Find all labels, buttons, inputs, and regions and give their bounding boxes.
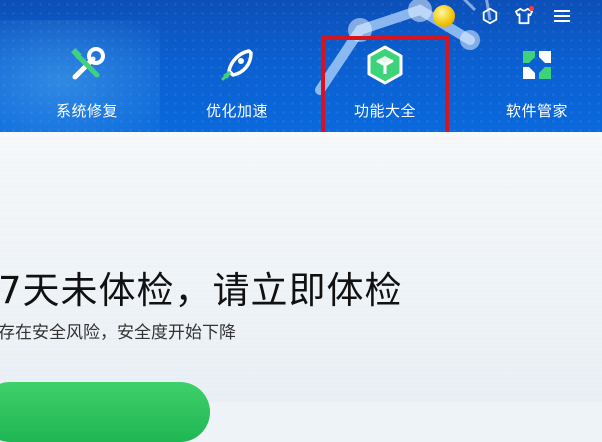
status-headline: 7天未体检，请立即体检 [0, 269, 403, 312]
hexagon-ring-icon[interactable] [479, 5, 501, 27]
app-grid-icon [516, 44, 558, 86]
highlight-annotation-box [321, 36, 449, 132]
nav-item-optimize[interactable]: 优化加速 [187, 44, 287, 124]
skin-shirt-icon[interactable] [513, 5, 535, 27]
top-banner: 系统修复 优化加速 功能大全 软件管家 [0, 0, 602, 132]
menu-icon[interactable] [551, 5, 573, 27]
nav-label: 系统修复 [55, 102, 118, 120]
nav-label: 软件管家 [505, 102, 568, 120]
scan-now-button[interactable] [0, 382, 210, 442]
nav-item-software-manager[interactable]: 软件管家 [487, 44, 587, 124]
wrench-screwdriver-icon [66, 44, 108, 86]
coin-icon[interactable] [433, 5, 455, 27]
nav-item-system-repair[interactable]: 系统修复 [37, 44, 137, 124]
status-panel: 7天未体检，请立即体检 存在安全风险，安全度开始下降 [0, 132, 602, 442]
status-subline: 存在安全风险，安全度开始下降 [0, 323, 236, 343]
nav-label: 优化加速 [205, 102, 268, 120]
notification-dot [529, 6, 534, 11]
rocket-icon [216, 44, 258, 86]
